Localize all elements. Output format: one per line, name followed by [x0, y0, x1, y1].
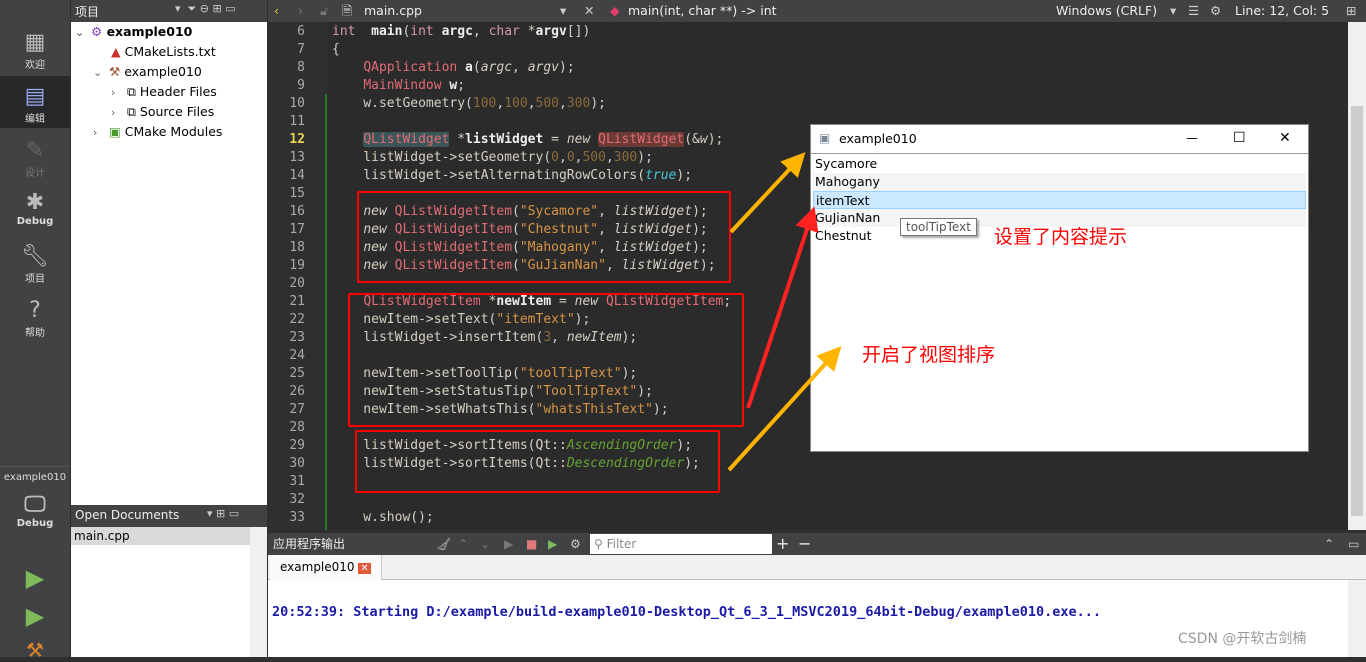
annotation-arrows [727, 152, 842, 472]
arrow-red [746, 206, 819, 409]
arrow-yellow [727, 346, 842, 472]
arrow-yellow [729, 152, 806, 234]
